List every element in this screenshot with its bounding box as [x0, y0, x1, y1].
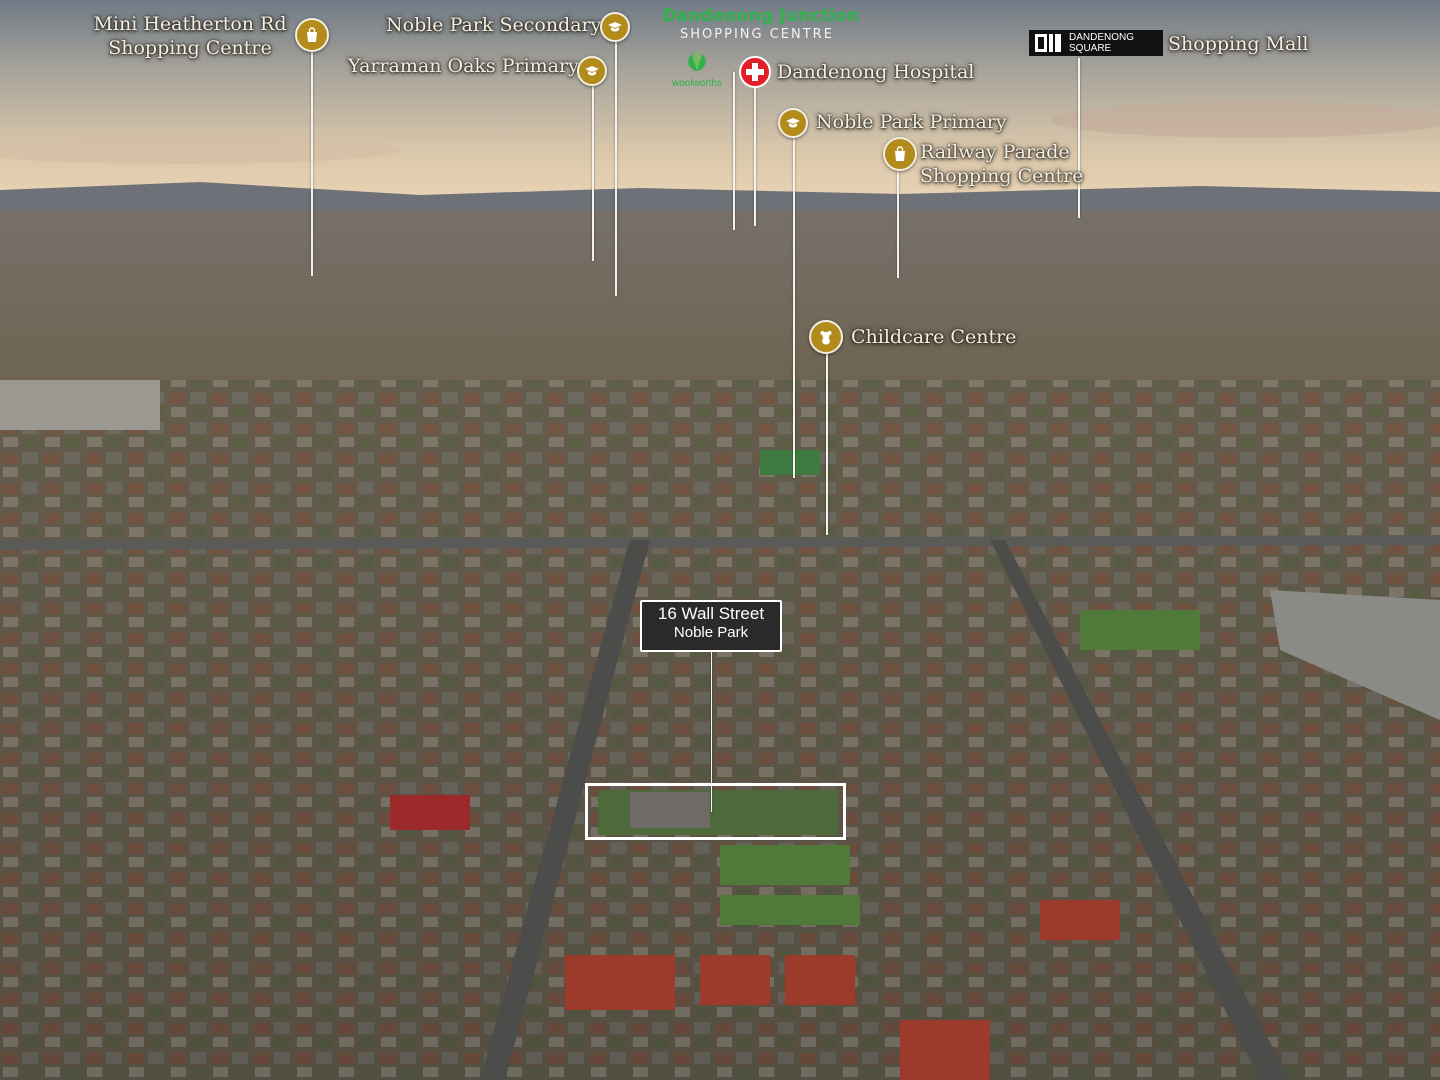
label-dandenong-hospital: Dandenong Hospital	[777, 61, 975, 83]
woolworths-logo: woolworths	[668, 46, 726, 90]
aerial-photo	[0, 0, 1440, 1080]
dandenong-junction-subtitle: SHOPPING CENTRE	[680, 27, 834, 42]
label-mini-heatherton-line2: Shopping Centre	[108, 37, 272, 59]
woolworths-icon	[688, 49, 706, 72]
label-noble-park-primary: Noble Park Primary	[816, 111, 1007, 133]
leader-line-childcare	[826, 353, 828, 535]
label-dandenong-square: Shopping Mall	[1168, 33, 1309, 55]
shopping-bag-icon	[295, 18, 329, 52]
label-railway-parade-line1: Railway Parade	[920, 141, 1070, 163]
leader-line-noble-park-secondary	[615, 42, 617, 296]
label-noble-park-secondary: Noble Park Secondary	[386, 14, 602, 36]
leader-line-dandenong-square	[1078, 58, 1080, 218]
dandenong-junction-title: Dandenong Junction	[662, 6, 860, 26]
red-cross-icon	[739, 56, 771, 88]
leader-line-noble-park-primary	[793, 138, 795, 478]
label-childcare-centre: Childcare Centre	[851, 326, 1017, 348]
label-railway-parade: Railway Parade Shopping Centre	[920, 140, 1084, 188]
property-suburb: Noble Park	[673, 624, 749, 641]
graduation-cap-icon	[778, 108, 808, 138]
woolworths-wordmark: woolworths	[671, 78, 723, 89]
leader-line-hospital	[754, 86, 756, 226]
dandenong-square-logo-line1: DANDENONG	[1069, 32, 1135, 43]
leader-line-yarraman-oaks	[592, 86, 594, 261]
dandenong-square-logo: DANDENONG SQUARE	[1029, 30, 1163, 56]
property-street: 16 Wall Street	[657, 604, 765, 623]
label-mini-heatherton-line1: Mini Heatherton Rd	[93, 13, 287, 35]
shopping-bag-icon	[883, 137, 917, 171]
property-label-card: 16 Wall Street Noble Park	[640, 600, 782, 652]
dandenong-square-logo-line2: SQUARE	[1069, 43, 1112, 54]
label-yarraman-oaks: Yarraman Oaks Primary	[348, 55, 579, 77]
label-mini-heatherton: Mini Heatherton Rd Shopping Centre	[90, 12, 290, 60]
dandenong-square-mark-icon	[1029, 30, 1069, 56]
leader-line-mini-heatherton	[311, 48, 313, 276]
teddy-bear-icon	[809, 320, 843, 354]
graduation-cap-icon	[600, 12, 630, 42]
label-railway-parade-line2: Shopping Centre	[920, 165, 1084, 187]
graduation-cap-icon	[577, 56, 607, 86]
leader-line-railway-parade	[897, 168, 899, 278]
property-boundary-outline	[585, 783, 846, 840]
leader-line-woolworths	[733, 72, 735, 230]
